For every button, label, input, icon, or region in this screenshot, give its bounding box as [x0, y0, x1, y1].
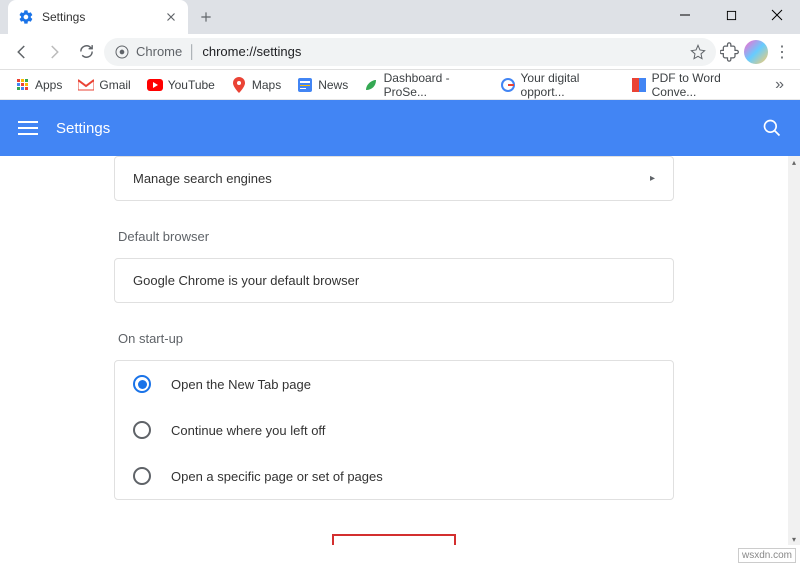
leaf-icon [364, 77, 378, 93]
bookmark-dashboard[interactable]: Dashboard - ProSe... [358, 67, 491, 103]
news-icon [297, 77, 313, 93]
default-browser-message: Google Chrome is your default browser [115, 259, 673, 302]
tab-title: Settings [42, 10, 164, 24]
startup-option-specific[interactable]: Open a specific page or set of pages [115, 453, 673, 499]
startup-option-continue[interactable]: Continue where you left off [115, 407, 673, 453]
forward-button[interactable] [40, 38, 68, 66]
kebab-menu-icon[interactable]: ⋮ [772, 42, 792, 62]
pdf-icon [632, 77, 646, 93]
hamburger-icon[interactable] [18, 121, 38, 135]
new-tab-button[interactable] [192, 3, 220, 31]
avatar[interactable] [744, 40, 768, 64]
star-icon[interactable] [690, 44, 706, 60]
default-browser-card: Google Chrome is your default browser [114, 258, 674, 303]
page-title: Settings [56, 120, 110, 137]
youtube-icon [147, 77, 163, 93]
bookmark-apps[interactable]: Apps [8, 73, 68, 97]
settings-header: Settings [0, 100, 800, 156]
address-bar[interactable]: Chrome │ chrome://settings [104, 38, 716, 66]
section-default-browser: Default browser [118, 229, 674, 244]
close-icon[interactable] [164, 10, 178, 24]
bookmark-youtube[interactable]: YouTube [141, 73, 221, 97]
window-titlebar: Settings [0, 0, 800, 34]
bookmark-news[interactable]: News [291, 73, 354, 97]
startup-card: Open the New Tab page Continue where you… [114, 360, 674, 500]
scrollbar[interactable]: ▴ ▾ [788, 156, 800, 545]
startup-option-new-tab[interactable]: Open the New Tab page [115, 361, 673, 407]
close-window-button[interactable] [754, 0, 800, 30]
gear-icon [18, 9, 34, 25]
settings-content: Manage search engines ▸ Default browser … [0, 156, 788, 545]
google-icon [501, 77, 515, 93]
search-engine-card: Manage search engines ▸ [114, 156, 674, 201]
reload-button[interactable] [72, 38, 100, 66]
section-startup: On start-up [118, 331, 674, 346]
gmail-icon [78, 77, 94, 93]
back-button[interactable] [8, 38, 36, 66]
bookmark-maps[interactable]: Maps [225, 73, 287, 97]
apps-icon [17, 79, 28, 90]
manage-search-engines-row[interactable]: Manage search engines ▸ [115, 157, 673, 200]
browser-tab[interactable]: Settings [8, 0, 188, 34]
radio-icon[interactable] [133, 375, 151, 393]
address-scheme: Chrome [136, 44, 182, 59]
maximize-button[interactable] [708, 0, 754, 30]
scroll-down-icon[interactable]: ▾ [788, 533, 800, 545]
extensions-icon[interactable] [720, 42, 740, 62]
search-icon[interactable] [762, 118, 782, 138]
bookmarks-bar: Apps Gmail YouTube Maps News Dashboard -… [0, 70, 800, 100]
watermark: wsxdn.com [738, 548, 796, 563]
window-controls [662, 0, 800, 30]
radio-icon[interactable] [133, 467, 151, 485]
bookmark-digital[interactable]: Your digital opport... [495, 67, 622, 103]
radio-icon[interactable] [133, 421, 151, 439]
address-url: chrome://settings [202, 44, 301, 59]
scroll-up-icon[interactable]: ▴ [788, 156, 800, 168]
maps-icon [231, 77, 247, 93]
toolbar: Chrome │ chrome://settings ⋮ [0, 34, 800, 70]
bookmark-pdf[interactable]: PDF to Word Conve... [626, 67, 763, 103]
bookmark-gmail[interactable]: Gmail [72, 73, 136, 97]
chevron-right-icon: ▸ [650, 173, 655, 184]
bookmarks-overflow[interactable]: » [767, 76, 792, 94]
chrome-icon [114, 44, 130, 60]
advanced-button[interactable]: Advanced ▼ [332, 534, 457, 545]
minimize-button[interactable] [662, 0, 708, 30]
